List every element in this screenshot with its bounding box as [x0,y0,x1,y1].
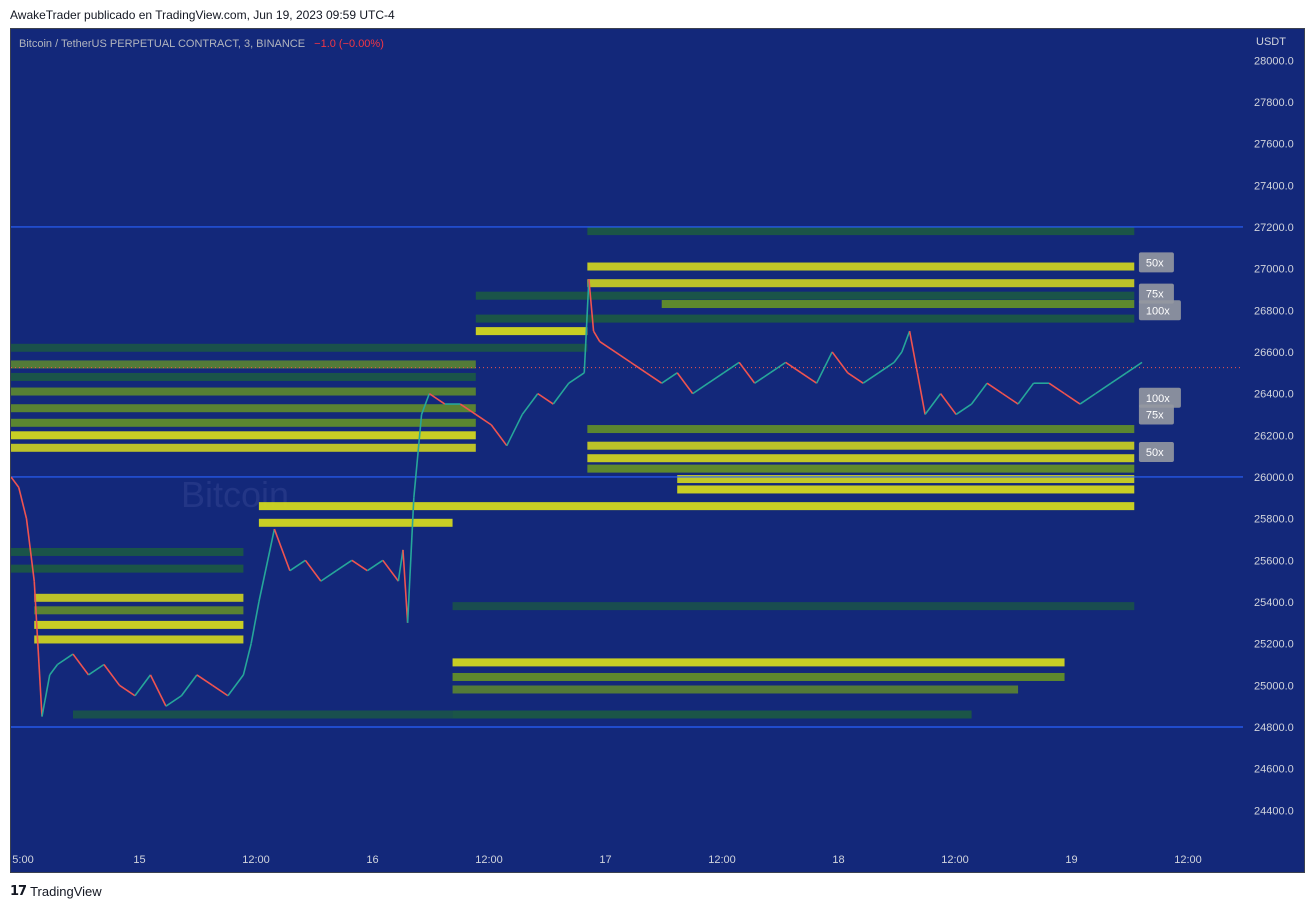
heatmap-band [587,441,1135,450]
heatmap-band [452,602,1135,611]
y-tick-label: 27600.0 [1254,139,1294,151]
liquidation-label: 50x [1146,257,1164,269]
heatmap-band [452,658,1065,667]
liquidation-label: 50x [1146,447,1164,459]
y-tick-label: 26200.0 [1254,430,1294,442]
heatmap-band [11,387,476,396]
heatmap-band [452,685,1019,694]
symbol-title: Bitcoin / TetherUS PERPETUAL CONTRACT, 3… [19,38,384,50]
heatmap-band [258,502,1135,511]
currency-label: USDT [1256,36,1286,48]
heatmap-band [475,291,1135,300]
heatmap-band [11,343,588,352]
y-tick-label: 27200.0 [1254,222,1294,234]
heatmap-band [34,635,244,644]
tradingview-logo-icon: 17 [10,884,27,899]
y-tick-label: 26600.0 [1254,347,1294,359]
y-tick-label: 27800.0 [1254,97,1294,109]
x-tick-label: 15 [133,854,145,866]
x-tick-label: 16 [366,854,378,866]
heatmap-band [587,425,1135,434]
liquidation-label: 100x [1146,305,1170,317]
heatmap-band [452,672,1065,681]
heatmap-band [587,227,1135,236]
y-tick-label: 25800.0 [1254,514,1294,526]
liquidation-label: 75x [1146,289,1164,301]
x-tick-label: 19 [1065,854,1077,866]
y-tick-label: 26400.0 [1254,389,1294,401]
heatmap-band [11,564,244,573]
liquidation-label: 100x [1146,393,1170,405]
heatmap-band [72,710,453,719]
x-tick-label: 12:00 [242,854,270,866]
heatmap-band [587,464,1135,473]
x-tick-label: 5:00 [12,854,33,866]
y-tick-label: 28000.0 [1254,55,1294,67]
heatmap-band [587,279,1135,288]
heatmap-band [11,404,476,413]
chart-panel[interactable]: Bitcoin 50x 75x 100x 100x 75x 50x 28000.0 2780… [10,28,1305,873]
x-tick-label: 12:00 [941,854,969,866]
heatmap-band [587,262,1135,271]
heatmap-band [11,547,244,556]
price-axis-background [1243,29,1304,872]
y-tick-label: 24800.0 [1254,722,1294,734]
y-tick-label: 26000.0 [1254,472,1294,484]
y-tick-label: 25000.0 [1254,680,1294,692]
y-tick-label: 25400.0 [1254,597,1294,609]
y-tick-label: 24600.0 [1254,764,1294,776]
heatmap-band [677,475,1135,484]
heatmap-band [34,606,244,615]
y-tick-label: 25200.0 [1254,639,1294,651]
x-tick-label: 17 [599,854,611,866]
y-tick-label: 26800.0 [1254,305,1294,317]
x-tick-label: 12:00 [475,854,503,866]
heatmap-band [475,314,1135,323]
heatmap-band [258,518,453,527]
price-change: −1.0 (−0.00%) [314,38,384,50]
liquidation-label: 75x [1146,409,1164,421]
tradingview-brand-text: TradingView [30,884,102,899]
tradingview-logo[interactable]: 17 TradingView [10,884,102,899]
attribution-bar: AwakeTrader publicado en TradingView.com… [0,0,1315,28]
heatmap-band [34,620,244,629]
footer-bar: 17 TradingView [0,876,1315,909]
heatmap-band [11,418,476,427]
x-tick-label: 12:00 [1174,854,1202,866]
symbol-name: Bitcoin / TetherUS PERPETUAL CONTRACT, 3… [19,38,305,50]
y-tick-label: 27400.0 [1254,180,1294,192]
y-tick-label: 25600.0 [1254,555,1294,567]
heatmap-band [587,454,1135,463]
heatmap-band [34,593,244,602]
heatmap-band [452,710,972,719]
heatmap-band [11,372,476,381]
y-tick-label: 24400.0 [1254,805,1294,817]
heatmap-band [11,431,476,440]
attribution-text: AwakeTrader publicado en TradingView.com… [10,8,395,22]
chart-canvas[interactable]: Bitcoin 50x75x100x100x75x50x 28000.02780… [11,29,1305,873]
x-tick-label: 12:00 [708,854,736,866]
heatmap-band [11,443,476,452]
heatmap-band [677,485,1135,494]
x-tick-label: 18 [832,854,844,866]
heatmap-band [661,300,1135,309]
heatmap-band [475,327,588,336]
y-tick-label: 27000.0 [1254,264,1294,276]
